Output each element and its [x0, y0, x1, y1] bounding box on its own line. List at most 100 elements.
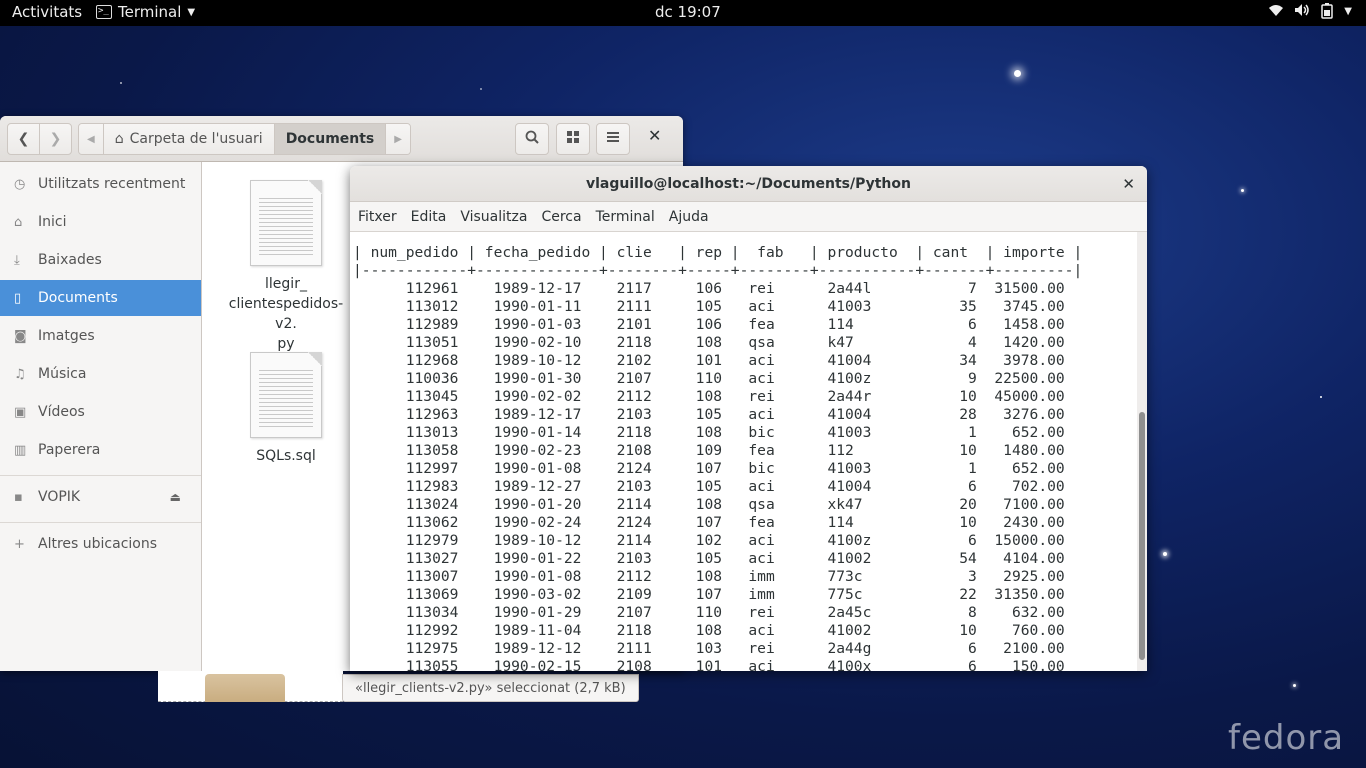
sidebar-item-device[interactable]: ▪ VOPIK ⏏: [0, 479, 201, 515]
top-bar: Activitats >_ Terminal ▼ dc 19:07 ▼: [0, 0, 1366, 26]
status-menu[interactable]: ▼: [1268, 3, 1352, 23]
download-icon: ⤓: [14, 252, 20, 268]
table-row: 112989 1990-01-03 2101 106 fea 114 6 145…: [353, 316, 1074, 333]
clock[interactable]: dc 19:07: [655, 3, 721, 21]
close-icon[interactable]: ✕: [648, 126, 661, 145]
sidebar-divider: [0, 522, 201, 523]
caret-down-icon: ▼: [187, 6, 196, 18]
video-icon: ▣: [14, 404, 27, 420]
star: [120, 82, 122, 84]
search-icon: [525, 130, 539, 148]
sidebar-item-label: Baixades: [38, 252, 102, 268]
folder-icon[interactable]: [205, 674, 285, 702]
table-row: 112979 1989-10-12 2114 102 aci 4100z 6 1…: [353, 532, 1074, 549]
scrollbar-thumb[interactable]: [1139, 412, 1145, 660]
table-row: 112992 1989-11-04 2118 108 aci 41002 10 …: [353, 622, 1074, 639]
table-row: 112997 1990-01-08 2124 107 bic 41003 1 6…: [353, 460, 1074, 477]
table-header: | num_pedido | fecha_pedido | clie | rep…: [353, 244, 1083, 261]
sidebar-item-trash[interactable]: ▥ Paperera: [0, 432, 201, 468]
activities-button[interactable]: Activitats: [12, 3, 82, 21]
close-icon[interactable]: ✕: [1122, 175, 1135, 193]
star: [1014, 70, 1021, 77]
table-row: 112961 1989-12-17 2117 106 rei 2a44l 7 3…: [353, 280, 1074, 297]
sidebar-item-music[interactable]: ♫ Música: [0, 356, 201, 392]
grid-icon: [567, 131, 579, 147]
text-file-icon: [250, 180, 322, 266]
back-button[interactable]: ❮: [7, 123, 40, 155]
path-scroll-right[interactable]: ▶: [386, 124, 410, 154]
table-row: 113062 1990-02-24 2124 107 fea 114 10 24…: [353, 514, 1074, 531]
table-row: 113027 1990-01-22 2103 105 aci 41002 54 …: [353, 550, 1074, 567]
path-documents[interactable]: Documents: [274, 124, 387, 154]
home-icon: ⌂: [114, 131, 124, 147]
menu-edita[interactable]: Edita: [411, 209, 447, 225]
terminal-scrollbar[interactable]: [1137, 232, 1147, 671]
chevron-left-icon: ❮: [17, 131, 30, 147]
table-row: 113024 1990-01-20 2114 108 qsa xk47 20 7…: [353, 496, 1074, 513]
path-scroll-left[interactable]: ◀: [79, 124, 104, 154]
sidebar-item-label: Vídeos: [38, 404, 85, 420]
table-row: 112983 1989-12-27 2103 105 aci 41004 6 7…: [353, 478, 1074, 495]
terminal-icon: >_: [96, 5, 112, 19]
forward-button[interactable]: ❯: [39, 123, 72, 155]
selection-status: «llegir_clients-v2.py» seleccionat (2,7 …: [342, 674, 639, 702]
menu-visualitza[interactable]: Visualitza: [460, 209, 527, 225]
sidebar-item-recent[interactable]: ◷ Utilitzats recentment: [0, 166, 201, 202]
star: [1293, 684, 1296, 687]
sidebar-item-documents[interactable]: ▯ Documents: [0, 280, 201, 316]
sidebar-item-label: Utilitzats recentment: [38, 176, 186, 192]
star: [480, 88, 482, 90]
sidebar-item-videos[interactable]: ▣ Vídeos: [0, 394, 201, 430]
menu-terminal[interactable]: Terminal: [596, 209, 655, 225]
chevron-right-icon: ▶: [394, 133, 402, 145]
eject-icon[interactable]: ⏏: [170, 490, 181, 504]
path-home-label: Carpeta de l'usuari: [129, 131, 263, 147]
sidebar-item-other-locations[interactable]: + Altres ubicacions: [0, 526, 201, 562]
sidebar-item-pictures[interactable]: ◙ Imatges: [0, 318, 201, 354]
chevron-right-icon: ❯: [49, 131, 62, 147]
sidebar-item-label: Inici: [38, 214, 67, 230]
volume-icon: [1294, 3, 1310, 23]
menu-fitxer[interactable]: Fitxer: [358, 209, 397, 225]
terminal-titlebar[interactable]: vlaguillo@localhost:~/Documents/Python ✕: [350, 166, 1147, 202]
sidebar-item-label: Altres ubicacions: [38, 536, 158, 552]
menu-ajuda[interactable]: Ajuda: [669, 209, 709, 225]
star: [1320, 396, 1322, 398]
table-row: 113051 1990-02-10 2118 108 qsa k47 4 142…: [353, 334, 1074, 351]
file-item[interactable]: llegir_ clientespedidos-v2. py: [226, 180, 346, 354]
table-row: 110036 1990-01-30 2107 110 aci 4100z 9 2…: [353, 370, 1074, 387]
sidebar-item-label: Paperera: [38, 442, 101, 458]
trash-icon: ▥: [14, 442, 27, 458]
sidebar-item-home[interactable]: ⌂ Inici: [0, 204, 201, 240]
file-manager-header: ❮ ❯ ◀ ⌂ Carpeta de l'usuari Documents ▶: [0, 116, 683, 162]
terminal-output[interactable]: | num_pedido | fecha_pedido | clie | rep…: [350, 232, 1137, 671]
search-button[interactable]: [515, 123, 549, 155]
document-icon: ▯: [14, 290, 22, 306]
path-home[interactable]: ⌂ Carpeta de l'usuari: [103, 124, 275, 154]
terminal-title: vlaguillo@localhost:~/Documents/Python: [586, 175, 911, 192]
table-row: 113055 1990-02-15 2108 101 aci 4100x 6 1…: [353, 658, 1074, 671]
sidebar-item-downloads[interactable]: ⤓ Baixades: [0, 242, 201, 278]
hamburger-icon: [607, 131, 619, 147]
caret-down-icon: ▼: [1344, 6, 1352, 17]
table-row: 113069 1990-03-02 2109 107 imm 775c 22 3…: [353, 586, 1074, 603]
chevron-left-icon: ◀: [87, 133, 95, 145]
view-grid-button[interactable]: [556, 123, 590, 155]
sidebar-item-label: Música: [38, 366, 87, 382]
menu-cerca[interactable]: Cerca: [541, 209, 581, 225]
sidebar-item-label: Imatges: [38, 328, 95, 344]
plus-icon: +: [14, 536, 25, 552]
battery-icon: [1320, 3, 1334, 23]
music-icon: ♫: [14, 366, 26, 382]
app-menu-label: Terminal: [118, 3, 182, 21]
table-row: 112975 1989-12-12 2111 103 rei 2a44g 6 2…: [353, 640, 1074, 657]
table-row: 113045 1990-02-02 2112 108 rei 2a44r 10 …: [353, 388, 1074, 405]
app-menu[interactable]: >_ Terminal ▼: [96, 3, 195, 21]
menu-button[interactable]: [596, 123, 630, 155]
file-item[interactable]: SQLs.sql: [226, 352, 346, 466]
sidebar-item-label: Documents: [38, 290, 118, 306]
path-bar: ◀ ⌂ Carpeta de l'usuari Documents ▶: [78, 123, 411, 155]
table-row: 112963 1989-12-17 2103 105 aci 41004 28 …: [353, 406, 1074, 423]
sidebar: ◷ Utilitzats recentment ⌂ Inici ⤓ Baixad…: [0, 162, 202, 671]
selection-status-text: «llegir_clients-v2.py» seleccionat (2,7 …: [355, 680, 626, 696]
